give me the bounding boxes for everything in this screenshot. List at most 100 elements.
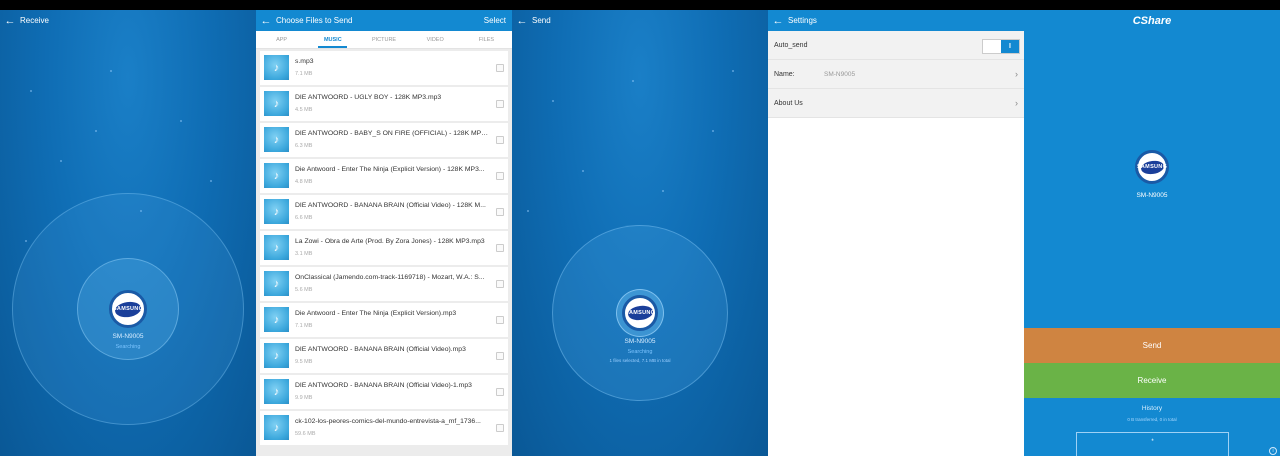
- file-size: 7.1 MB: [295, 71, 313, 78]
- list-item[interactable]: ♪ Die Antwoord - Enter The Ninja (Explici…: [260, 303, 508, 337]
- samsung-device-icon[interactable]: SAMSUNG: [109, 290, 147, 328]
- search-status: Searching: [115, 344, 141, 350]
- settings-screen: ← Settings Auto_send I Name: SM-N9005 › …: [768, 10, 1024, 456]
- file-name: DIE ANTWOORD - BANANA BRAIN (Official Vi…: [295, 346, 466, 354]
- file-checkbox[interactable]: [496, 207, 504, 216]
- file-size: 4.5 MB: [295, 107, 313, 114]
- list-item[interactable]: ♪ s.mp3 7.1 MB: [260, 51, 508, 85]
- file-name: ck-102-los-peores-comics-del-mundo-entre…: [295, 418, 481, 426]
- name-row[interactable]: Name: SM-N9005 ›: [768, 60, 1024, 89]
- about-row[interactable]: About Us ›: [768, 89, 1024, 118]
- category-tabs: APP MUSIC PICTURE VIDEO FILES: [256, 31, 512, 49]
- music-note-icon: ♪: [264, 91, 289, 117]
- tab-video[interactable]: VIDEO: [410, 31, 461, 48]
- choose-title: Choose Files to Send: [276, 16, 353, 25]
- file-checkbox[interactable]: [496, 351, 504, 360]
- file-name: OnClassical (Jamendo.com-track-1169718) …: [295, 274, 485, 282]
- file-size: 7.1 MB: [295, 323, 313, 330]
- back-arrow-icon[interactable]: ←: [256, 10, 276, 31]
- search-status: Searching: [627, 349, 653, 355]
- choose-files-screen: ← Choose Files to Send Select APP MUSIC …: [256, 10, 512, 456]
- receive-button[interactable]: Receive: [1024, 363, 1280, 398]
- file-checkbox[interactable]: [496, 243, 504, 252]
- music-note-icon: ♪: [264, 55, 289, 81]
- file-checkbox[interactable]: [496, 99, 504, 108]
- file-checkbox[interactable]: [496, 387, 504, 396]
- select-button[interactable]: Select: [484, 16, 512, 25]
- back-arrow-icon[interactable]: ←: [768, 10, 788, 31]
- list-item[interactable]: ♪ DIE ANTWOORD - BANANA BRAIN (Official V…: [260, 375, 508, 409]
- file-list: ♪ s.mp3 7.1 MB ♪ DIE ANTWOORD - UGLY BOY - …: [256, 49, 512, 456]
- file-name: DIE ANTWOORD - BANANA BRAIN (Official Vi…: [295, 202, 486, 210]
- list-item[interactable]: ♪ La Zowi - Obra de Arte (Prod. By Zora J…: [260, 231, 508, 265]
- app-logo: CShare: [1132, 15, 1172, 27]
- send-button[interactable]: Send: [1024, 328, 1280, 363]
- file-size: 9.5 MB: [295, 359, 313, 366]
- tab-picture[interactable]: PICTURE: [358, 31, 409, 48]
- send-title: Send: [532, 16, 551, 25]
- music-note-icon: ♪: [264, 379, 289, 405]
- music-note-icon: ♪: [264, 307, 289, 333]
- file-name: Die Antwoord - Enter The Ninja (Explicit…: [295, 310, 457, 318]
- tab-files[interactable]: FILES: [461, 31, 512, 48]
- choose-title-bar: ← Choose Files to Send Select: [256, 10, 512, 31]
- receive-title: Receive: [20, 16, 49, 25]
- back-arrow-icon[interactable]: ←: [0, 10, 20, 31]
- file-checkbox[interactable]: [496, 135, 504, 144]
- tab-music[interactable]: MUSIC: [307, 31, 358, 48]
- music-note-icon: ♪: [264, 343, 289, 369]
- device-name: SM-N9005: [1136, 192, 1168, 199]
- history-box[interactable]: *: [1076, 432, 1229, 456]
- about-label: About Us: [774, 99, 803, 107]
- settings-list: Auto_send I Name: SM-N9005 › About Us ›: [768, 31, 1024, 456]
- settings-title: Settings: [788, 16, 817, 25]
- info-icon[interactable]: i: [1269, 447, 1277, 455]
- auto-send-row: Auto_send I: [768, 31, 1024, 60]
- history-placeholder: *: [1151, 439, 1154, 445]
- send-screen: ← Send SAMSUNG SM-N9005 Searching 1 file…: [512, 10, 768, 456]
- history-label[interactable]: History: [1024, 405, 1280, 412]
- receive-title-bar: ← Receive: [0, 10, 256, 31]
- chevron-right-icon: ›: [1015, 98, 1018, 108]
- file-name: s.mp3: [295, 58, 314, 66]
- back-arrow-icon[interactable]: ←: [512, 10, 532, 31]
- samsung-device-icon[interactable]: SAMSUNG: [1135, 150, 1169, 184]
- auto-send-toggle[interactable]: I: [982, 39, 1020, 54]
- tab-app[interactable]: APP: [256, 31, 307, 48]
- list-item[interactable]: ♪ DIE ANTWOORD - BANANA BRAIN (Official V…: [260, 339, 508, 373]
- music-note-icon: ♪: [264, 271, 289, 297]
- chevron-right-icon: ›: [1015, 69, 1018, 79]
- list-item[interactable]: ♪ DIE ANTWOORD - BABY_S ON FIRE (OFFICIAL…: [260, 123, 508, 157]
- name-label: Name:: [774, 70, 795, 78]
- list-item[interactable]: ♪ DIE ANTWOORD - UGLY BOY - 128K MP3.mp3 4…: [260, 87, 508, 121]
- file-size: 4.8 MB: [295, 179, 313, 186]
- file-size: 6.6 MB: [295, 215, 313, 222]
- file-checkbox[interactable]: [496, 279, 504, 288]
- file-size: 3.1 MB: [295, 251, 313, 258]
- toggle-knob: I: [1001, 40, 1019, 53]
- list-item[interactable]: ♪ ck-102-los-peores-comics-del-mundo-entr…: [260, 411, 508, 445]
- file-checkbox[interactable]: [496, 423, 504, 432]
- file-name: Die Antwoord - Enter The Ninja (Explicit…: [295, 166, 485, 174]
- music-note-icon: ♪: [264, 235, 289, 261]
- list-item[interactable]: ♪ OnClassical (Jamendo.com-track-1169718)…: [260, 267, 508, 301]
- auto-send-label: Auto_send: [774, 41, 808, 49]
- device-name: SM-N9005: [112, 333, 144, 340]
- name-value: SM-N9005: [824, 70, 856, 78]
- list-item[interactable]: ♪ DIE ANTWOORD - BANANA BRAIN (Official V…: [260, 195, 508, 229]
- history-info: 0 B transferred, 0 in total: [1127, 417, 1177, 422]
- music-note-icon: ♪: [264, 199, 289, 225]
- file-checkbox[interactable]: [496, 315, 504, 324]
- samsung-device-icon[interactable]: SAMSUNG: [622, 295, 658, 331]
- file-checkbox[interactable]: [496, 63, 504, 72]
- send-title-bar: ← Send: [512, 10, 768, 31]
- list-item[interactable]: ♪ Die Antwoord - Enter The Ninja (Explici…: [260, 159, 508, 193]
- file-name: DIE ANTWOORD - BANANA BRAIN (Official Vi…: [295, 382, 472, 390]
- device-name: SM-N9005: [624, 338, 656, 345]
- music-note-icon: ♪: [264, 415, 289, 441]
- selection-info: 1 files selected, 7.1 MB in total: [609, 358, 671, 363]
- main-screen: CShare SAMSUNG SM-N9005 Send Receive His…: [1024, 10, 1280, 456]
- file-checkbox[interactable]: [496, 171, 504, 180]
- music-note-icon: ♪: [264, 163, 289, 189]
- file-size: 59.6 MB: [295, 431, 316, 438]
